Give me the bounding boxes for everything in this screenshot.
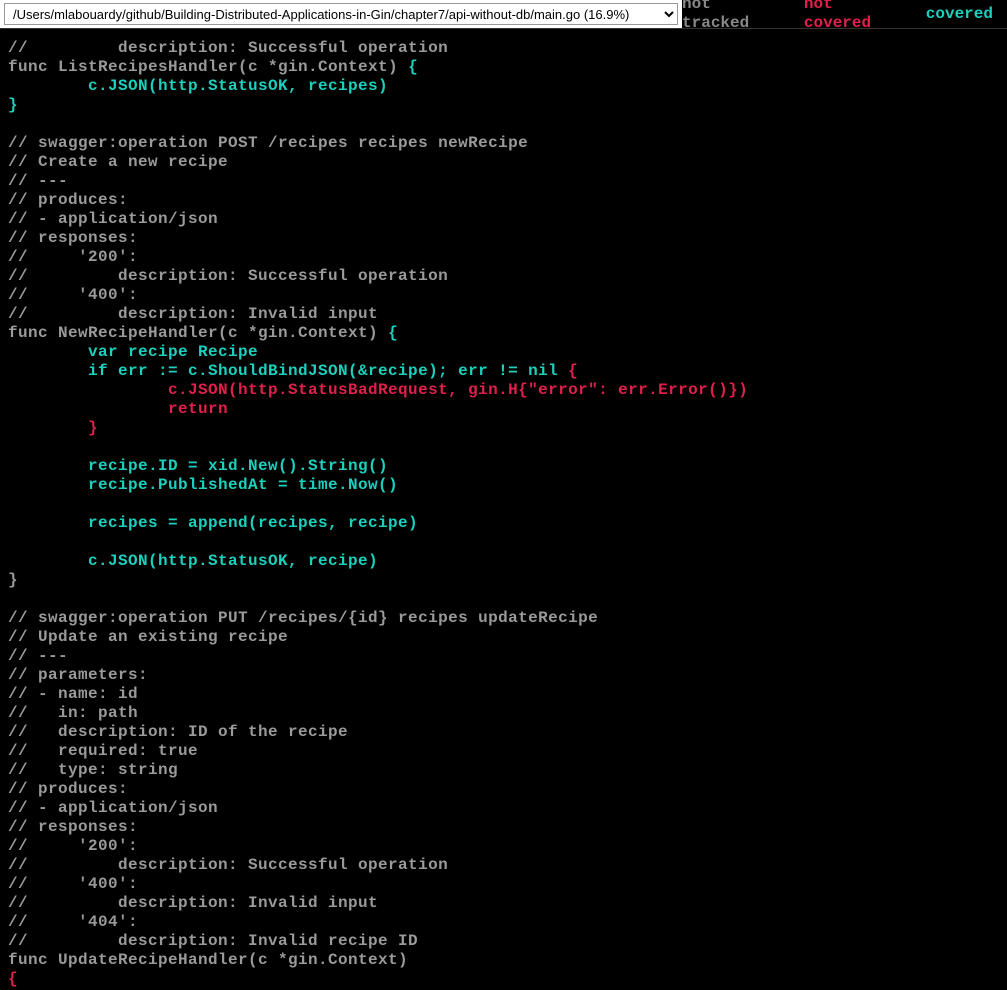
coverage-legend: not tracked not covered covered: [682, 0, 1007, 28]
file-selector[interactable]: /Users/mlabouardy/github/Building-Distri…: [4, 3, 678, 25]
coverage-topbar: /Users/mlabouardy/github/Building-Distri…: [0, 0, 1007, 29]
legend-not-covered: not covered: [804, 0, 906, 33]
legend-covered: covered: [926, 5, 993, 24]
legend-not-tracked: not tracked: [682, 0, 784, 33]
code-view: // description: Successful operation fun…: [0, 29, 1007, 990]
